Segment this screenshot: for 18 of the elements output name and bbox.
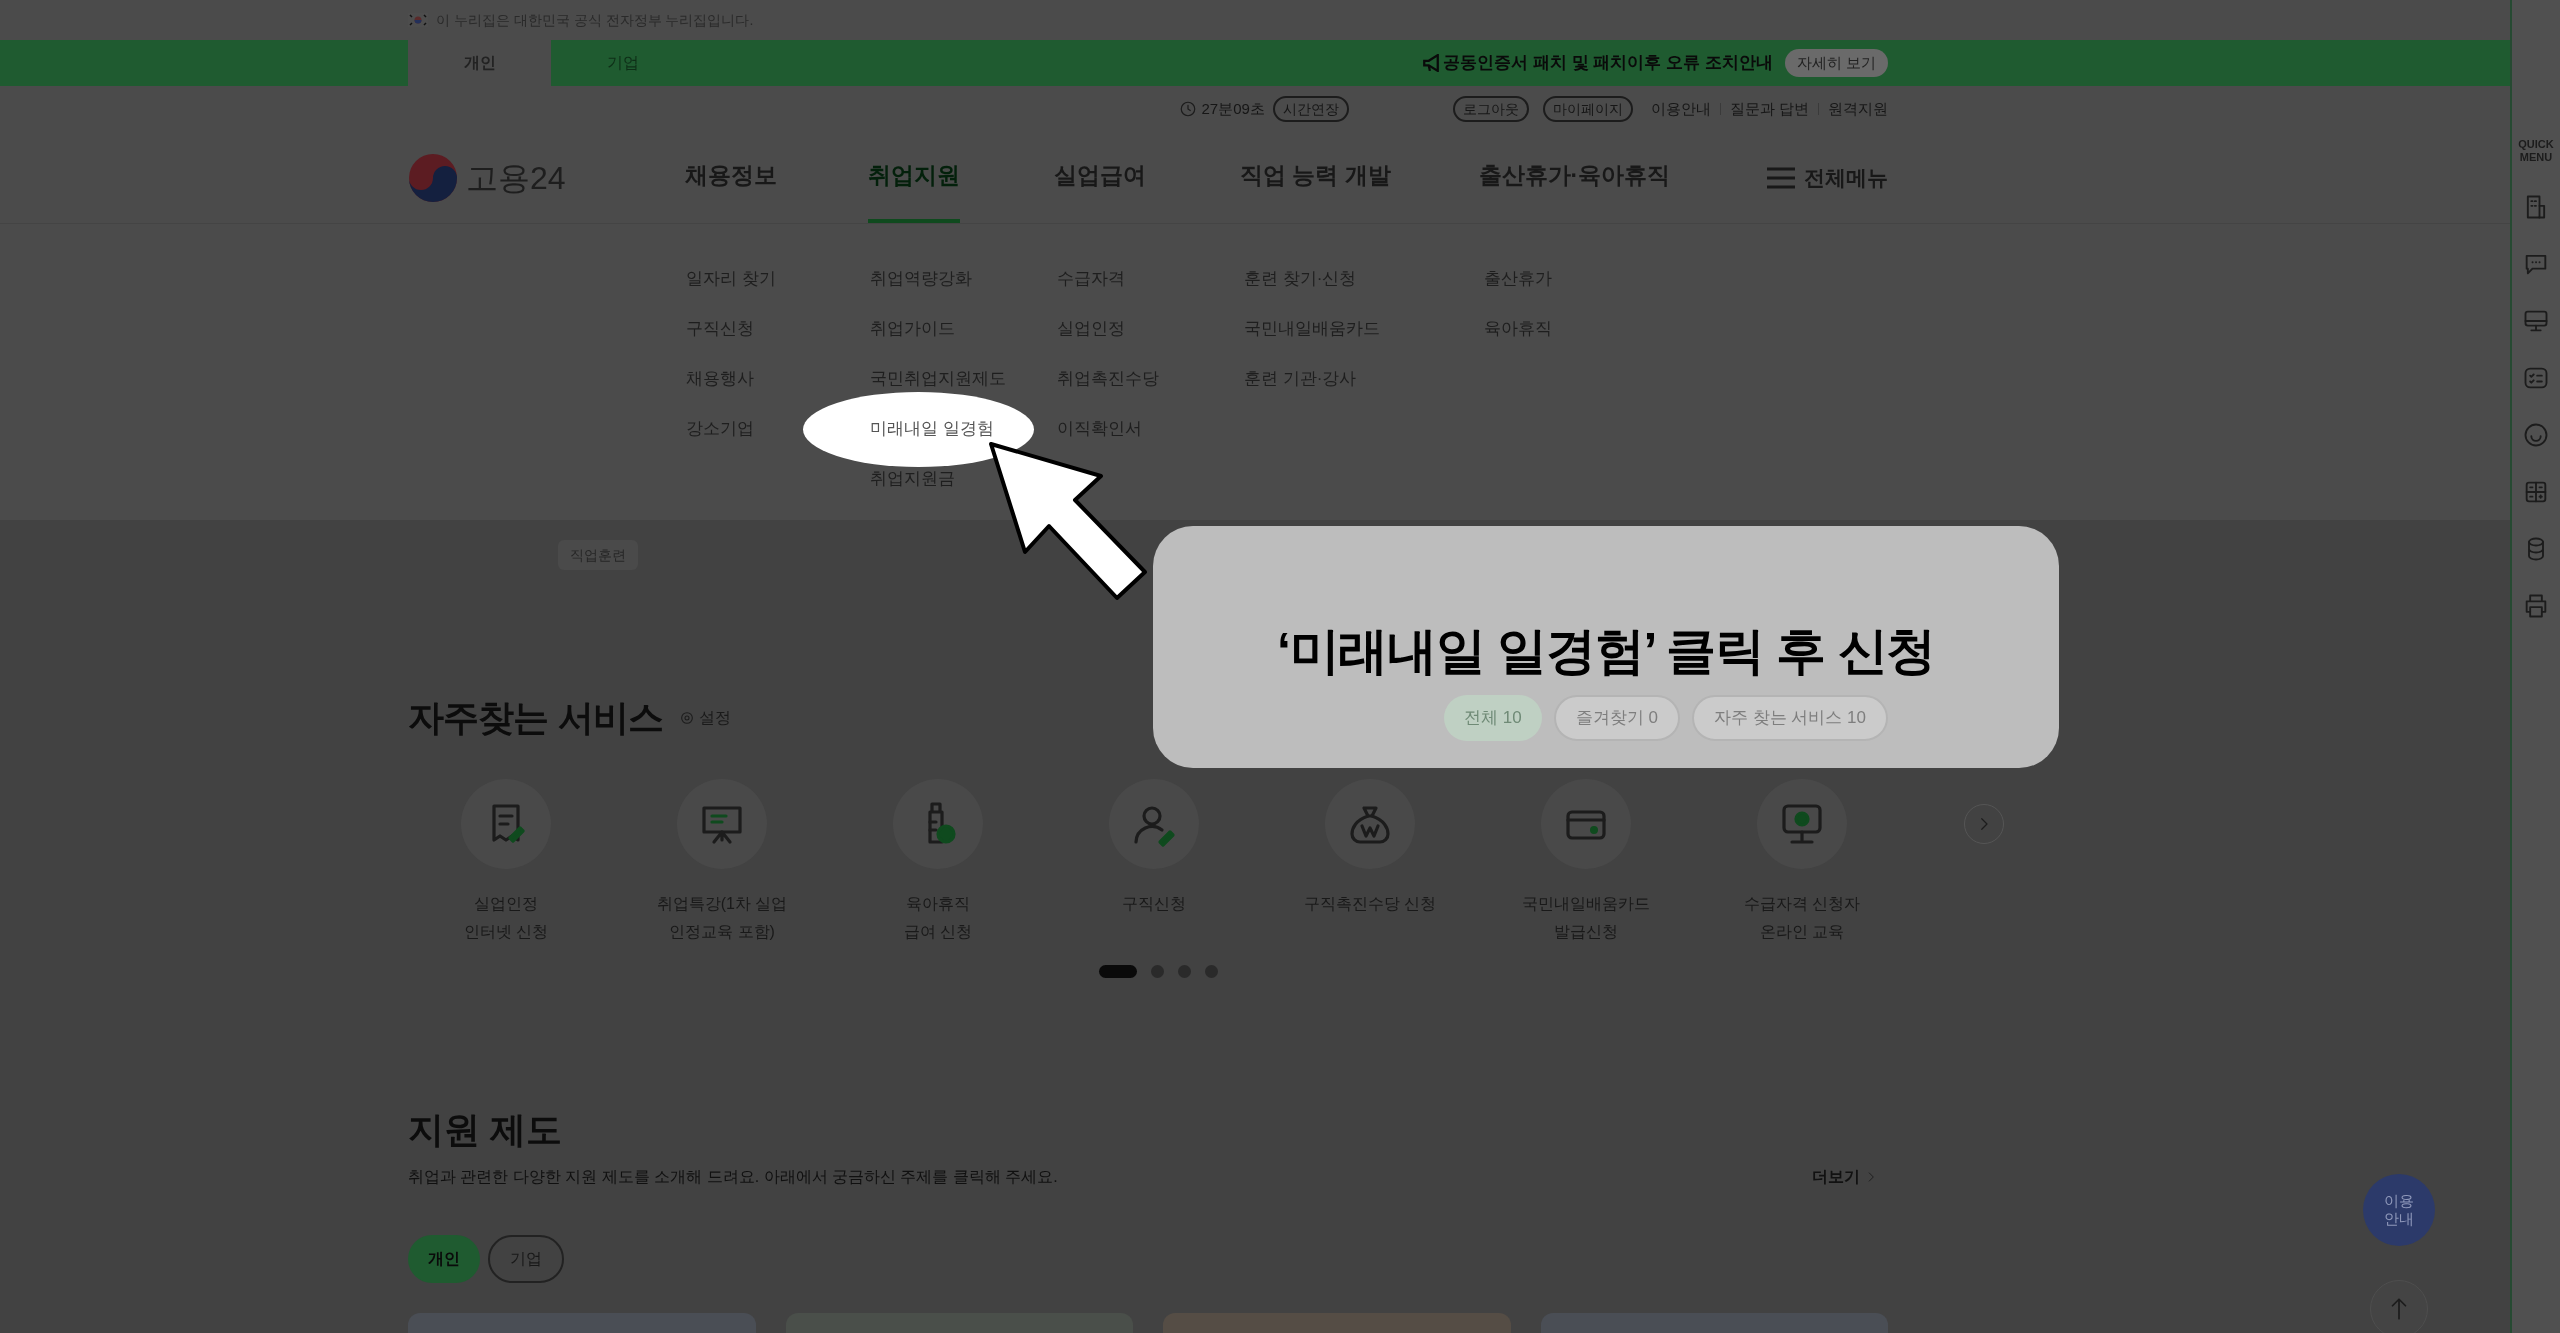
scroll-top-button[interactable]: [2370, 1280, 2428, 1333]
filter-tab[interactable]: 전체 10: [1444, 695, 1542, 741]
logo-emblem-icon: [408, 152, 458, 203]
details-button[interactable]: 자세히 보기: [1784, 49, 1888, 77]
settings-icon: [678, 710, 695, 726]
smile-icon: [2522, 421, 2550, 449]
notice-text: 공동인증서 패치 및 패치이후 오류 조치안내: [1443, 52, 1773, 75]
filter-tab[interactable]: 즐겨찾기 0: [1553, 695, 1680, 741]
submenu-item[interactable]: 미래내일 일경험: [803, 391, 1034, 467]
guide-button[interactable]: 이용 안내: [2363, 1174, 2435, 1246]
menu-icon: [1766, 165, 1796, 190]
nav-menu-item[interactable]: 취업지원: [867, 132, 960, 223]
support-tab[interactable]: 개인: [408, 1235, 480, 1283]
filter-tab[interactable]: 자주 찾는 서비스 10: [1691, 695, 1888, 741]
megaphone-icon: [1423, 54, 1440, 72]
clock-icon: [1179, 100, 1198, 118]
quick-menu-button[interactable]: [2522, 421, 2550, 449]
flag-icon: [408, 13, 428, 27]
